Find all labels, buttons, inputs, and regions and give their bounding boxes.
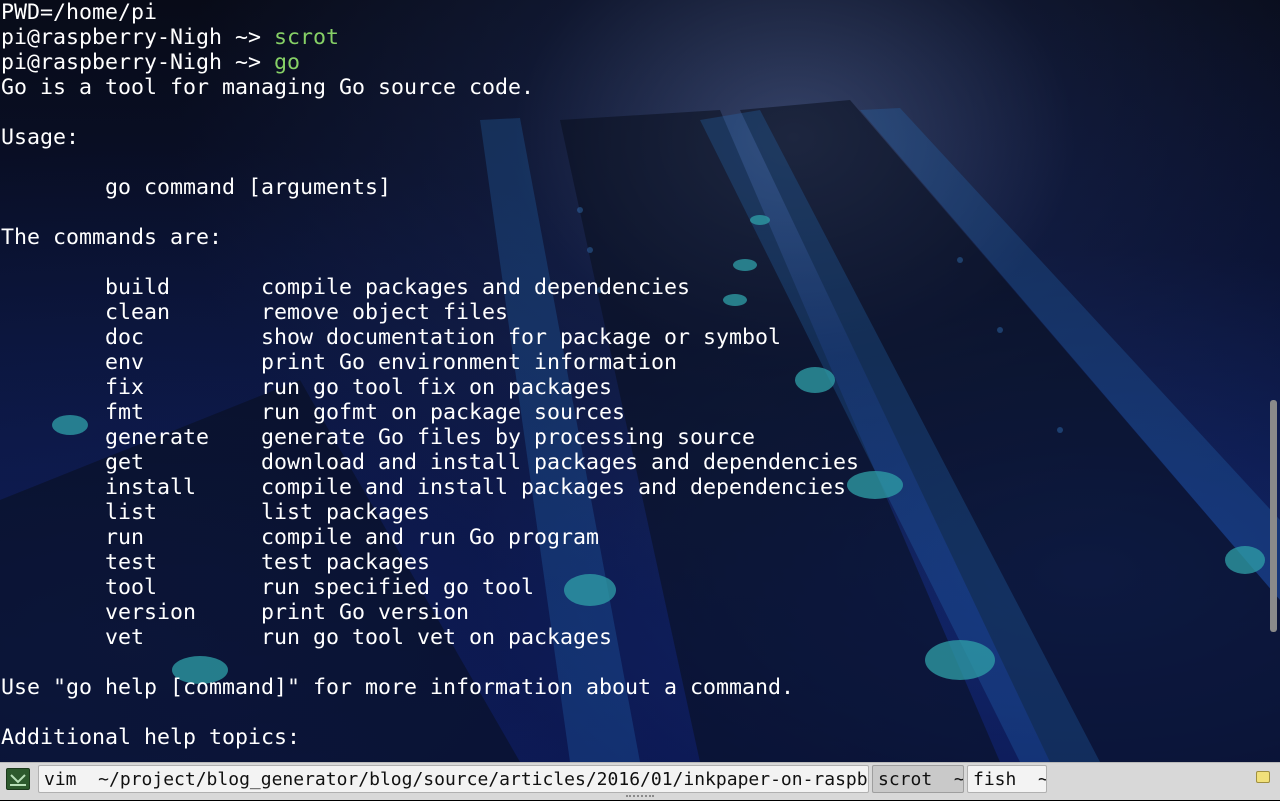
- terminal-menu-icon[interactable]: [6, 768, 30, 790]
- terminal-line: build compile packages and dependencies: [1, 275, 691, 300]
- tab-vim[interactable]: vim ~/project/blog_generator/blog/source…: [38, 765, 869, 793]
- terminal-line: version print Go version: [1, 600, 470, 625]
- tab-fish[interactable]: fish ~: [967, 765, 1047, 793]
- terminal-output: PWD=/home/pi pi@raspberry-Nigh ~> scrot …: [1, 0, 859, 750]
- terminal-line: list list packages: [1, 500, 431, 525]
- terminal-line: go command [arguments]: [1, 175, 392, 200]
- entered-command: scrot: [274, 25, 340, 50]
- terminal-line: The commands are:: [1, 225, 223, 250]
- terminal-line: PWD=/home/pi: [1, 0, 158, 25]
- terminal-line: Use "go help [command]" for more informa…: [1, 675, 795, 700]
- terminal-line: test test packages: [1, 550, 431, 575]
- tmux-tab-bar: vim ~/project/blog_generator/blog/source…: [0, 762, 1280, 800]
- terminal-line: vet run go tool vet on packages: [1, 625, 613, 650]
- scrollbar-thumb[interactable]: [1270, 400, 1277, 632]
- tab-scrot[interactable]: scrot ~: [872, 765, 964, 793]
- resize-grip[interactable]: [626, 795, 654, 801]
- terminal-line: fix run go tool fix on packages: [1, 375, 613, 400]
- terminal-line: get download and install packages and de…: [1, 450, 860, 475]
- shell-prompt: pi@raspberry-Nigh ~>: [1, 25, 275, 50]
- shell-prompt: pi@raspberry-Nigh ~>: [1, 50, 275, 75]
- terminal-line: Additional help topics:: [1, 725, 301, 750]
- terminal-line: doc show documentation for package or sy…: [1, 325, 782, 350]
- terminal-line: install compile and install packages and…: [1, 475, 847, 500]
- terminal-line: Usage:: [1, 125, 80, 150]
- terminal-line: generate generate Go files by processing…: [1, 425, 756, 450]
- terminal-prompt-line: pi@raspberry-Nigh ~> go: [1, 50, 859, 75]
- terminal-line: Go is a tool for managing Go source code…: [1, 75, 535, 100]
- terminal-prompt-line: pi@raspberry-Nigh ~> scrot: [1, 25, 859, 50]
- notification-icon[interactable]: [1256, 771, 1270, 783]
- terminal-line: env print Go environment information: [1, 350, 678, 375]
- terminal-window[interactable]: PWD=/home/pi pi@raspberry-Nigh ~> scrot …: [0, 0, 1280, 762]
- terminal-line: fmt run gofmt on package sources: [1, 400, 626, 425]
- entered-command: go: [274, 50, 301, 75]
- terminal-line: clean remove object files: [1, 300, 509, 325]
- terminal-line: tool run specified go tool: [1, 575, 535, 600]
- terminal-line: run compile and run Go program: [1, 525, 600, 550]
- terminal-scrollbar[interactable]: [1269, 0, 1278, 762]
